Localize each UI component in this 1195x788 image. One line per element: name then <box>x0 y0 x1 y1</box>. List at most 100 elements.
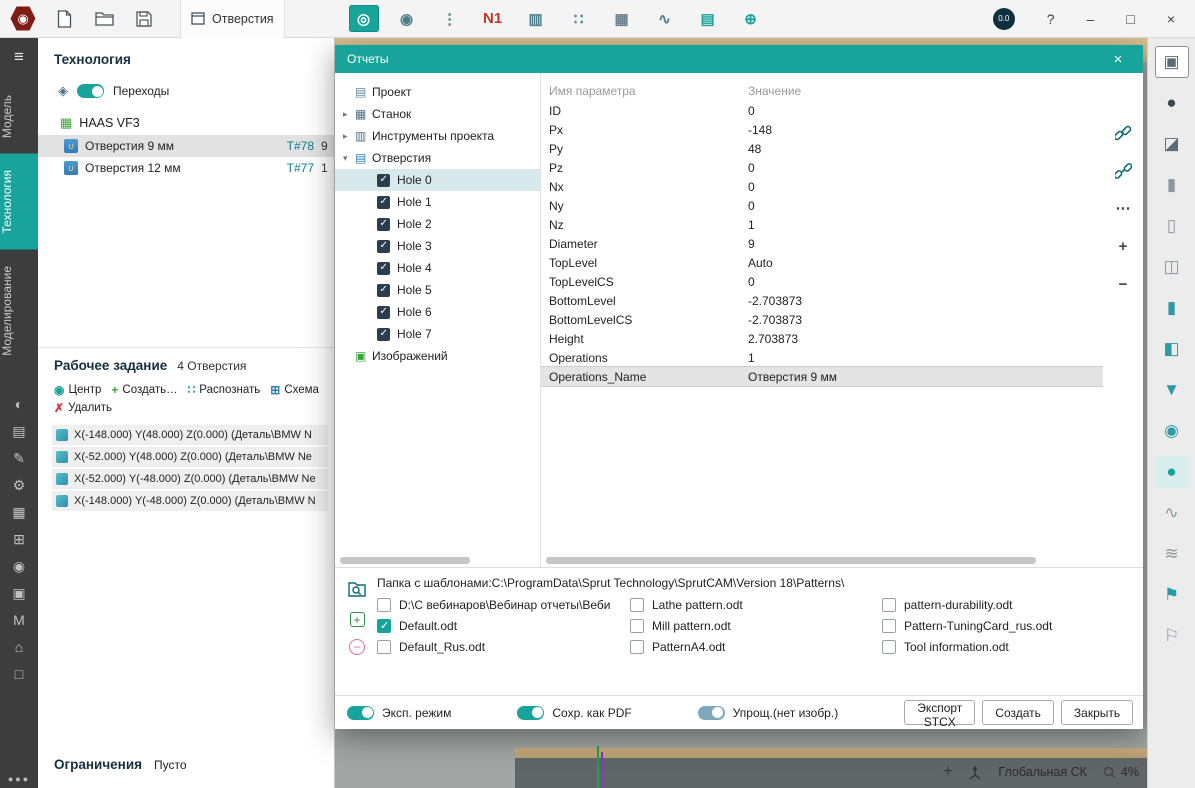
home-icon[interactable]: ⌂ <box>15 640 23 654</box>
param-row[interactable]: Diameter 9 <box>541 234 1103 253</box>
active-cs-label[interactable]: Глобальная СК <box>998 765 1087 779</box>
tree-item[interactable]: Hole 1 <box>335 191 540 213</box>
tree-item[interactable]: Hole 4 <box>335 257 540 279</box>
inspect-icon[interactable]: ◉ <box>392 5 422 32</box>
simplified-toggle[interactable]: Упрощ.(нет изобр.) <box>698 706 839 720</box>
center-point-icon[interactable]: ● <box>1155 456 1189 488</box>
more-icon[interactable]: ⋯ <box>1111 197 1135 219</box>
tool-cylinder-icon[interactable]: ▮ <box>1155 292 1189 324</box>
chevron-icon[interactable]: ▸ <box>343 131 355 142</box>
export-stcx-button[interactable]: Экспорт STCX <box>904 700 975 725</box>
halfsphere-icon[interactable]: ◐ <box>15 397 23 411</box>
param-row[interactable]: Operations_Name Отверстия 9 мм <box>541 367 1103 386</box>
worktask-item[interactable]: X(-52.000) Y(-48.000) Z(0.000) (Деталь\B… <box>52 469 328 489</box>
template-item[interactable]: Mill pattern.odt <box>630 619 882 633</box>
wireframe-box-icon[interactable]: ▣ <box>1155 46 1189 78</box>
param-row[interactable]: TopLevelCS 0 <box>541 272 1103 291</box>
param-row[interactable]: Nz 1 <box>541 215 1103 234</box>
frame-icon[interactable]: □ <box>15 667 23 681</box>
template-checkbox[interactable] <box>630 598 644 612</box>
template-checkbox[interactable] <box>882 640 896 654</box>
template-item[interactable]: Pattern-TuningCard_rus.odt <box>882 619 1132 633</box>
template-item[interactable]: Lathe pattern.odt <box>630 598 882 612</box>
help-button[interactable]: ? <box>1047 11 1055 27</box>
wave-icon[interactable]: ∿ <box>650 5 680 32</box>
add-cs-icon[interactable]: + <box>943 763 952 781</box>
recognize-button[interactable]: ∷ Распознать <box>188 383 261 397</box>
globe-icon[interactable]: ⊕ <box>736 5 766 32</box>
add-icon[interactable]: + <box>1111 235 1135 257</box>
new-file-icon[interactable] <box>50 5 78 33</box>
nc-program-icon[interactable]: N1 <box>478 5 508 32</box>
rail-tab[interactable]: Моделирование <box>0 250 38 372</box>
add-template-icon[interactable]: + <box>350 612 365 627</box>
probe-tool-icon[interactable]: ◉ <box>1155 415 1189 447</box>
tool-step-icon[interactable]: ◧ <box>1155 333 1189 365</box>
tree-item[interactable]: ▤ Проект <box>335 81 540 103</box>
edit-icon[interactable]: ✎ <box>13 451 25 465</box>
machine-node[interactable]: ▦ HAAS VF3 <box>38 109 334 135</box>
export-mode-toggle[interactable]: Эксп. режим <box>347 706 451 720</box>
sphere-icon[interactable]: ● <box>1155 87 1189 119</box>
tree-checkbox[interactable] <box>377 284 390 297</box>
stack-icon[interactable]: ▤ <box>693 5 723 32</box>
create-report-button[interactable]: Создать <box>982 700 1054 725</box>
tool-list-icon[interactable]: ∷ <box>564 5 594 32</box>
template-checkbox[interactable] <box>630 640 644 654</box>
stock-box-icon[interactable]: ▯ <box>1155 210 1189 242</box>
param-row[interactable]: Ny 0 <box>541 196 1103 215</box>
rail-overflow-icon[interactable]: ●●● <box>8 774 30 788</box>
tree-checkbox[interactable] <box>377 328 390 341</box>
param-row[interactable]: Pz 0 <box>541 158 1103 177</box>
center-button[interactable]: ◉ Центр <box>54 383 101 397</box>
grid-icon[interactable]: ⊞ <box>13 532 25 546</box>
worktask-item[interactable]: X(-148.000) Y(-48.000) Z(0.000) (Деталь\… <box>52 491 328 511</box>
spring-icon[interactable]: ∿ <box>1155 497 1189 529</box>
scheme-button[interactable]: ⊞ Схема <box>270 383 319 397</box>
tree-item[interactable]: ▸ ▦ Станок <box>335 103 540 125</box>
create-button[interactable]: + Создать… <box>111 383 177 397</box>
rail-tab[interactable]: Технология <box>0 154 38 250</box>
tree-item[interactable]: ▾ ▤ Отверстия <box>335 147 540 169</box>
delete-button[interactable]: ✗ Удалить <box>54 401 112 415</box>
tree-item[interactable]: Hole 2 <box>335 213 540 235</box>
dialog-close-button[interactable]: × <box>1105 51 1131 68</box>
tree-item[interactable]: Hole 0 <box>335 169 540 191</box>
gear-icon[interactable]: ⚙ <box>13 478 26 492</box>
param-row[interactable]: Py 48 <box>541 139 1103 158</box>
fixture-icon[interactable]: ▦ <box>12 505 25 519</box>
param-row[interactable]: BottomLevelCS -2.703873 <box>541 310 1103 329</box>
tree-item[interactable]: Hole 6 <box>335 301 540 323</box>
report-icon[interactable]: ▥ <box>521 5 551 32</box>
flag-icon[interactable]: ⚑ <box>1155 579 1189 611</box>
tree-item[interactable]: ▣ Изображений <box>335 345 540 367</box>
printer-icon[interactable]: ▤ <box>12 424 25 438</box>
transitions-toggle[interactable] <box>77 84 104 98</box>
dialog-titlebar[interactable]: Отчеты × <box>335 45 1143 73</box>
remove-icon[interactable]: − <box>1111 273 1135 295</box>
table-hscrollbar[interactable] <box>541 554 1103 567</box>
calculator-icon[interactable]: ▦ <box>607 5 637 32</box>
template-item[interactable]: Default_Rus.odt <box>377 640 630 654</box>
save-as-pdf-toggle[interactable]: Сохр. как PDF <box>517 706 631 720</box>
open-folder-icon[interactable] <box>90 5 118 33</box>
tree-hscrollbar[interactable] <box>335 554 540 567</box>
operation-row[interactable]: ∪ Отверстия 12 мм T#77 1 <box>38 157 334 179</box>
param-row[interactable]: TopLevel Auto <box>541 253 1103 272</box>
worktask-item[interactable]: X(-52.000) Y(48.000) Z(0.000) (Деталь\BM… <box>52 447 328 467</box>
time-badge[interactable]: 0.0 <box>993 8 1015 30</box>
holder-icon[interactable]: ◫ <box>1155 251 1189 283</box>
tree-checkbox[interactable] <box>377 174 390 187</box>
operation-row[interactable]: ∪ Отверстия 9 мм T#78 9 <box>38 135 334 157</box>
document-tab[interactable]: Отверстия <box>180 0 285 38</box>
unlink-icon[interactable] <box>1111 159 1135 181</box>
param-row[interactable]: ID 0 <box>541 101 1103 120</box>
wave-icon[interactable]: ≋ <box>1155 538 1189 570</box>
template-checkbox[interactable] <box>377 619 391 633</box>
solid-box-icon[interactable]: ◪ <box>1155 128 1189 160</box>
hamburger-menu-icon[interactable]: ≡ <box>14 38 24 79</box>
maximize-button[interactable]: □ <box>1126 11 1134 27</box>
tree-checkbox[interactable] <box>377 218 390 231</box>
toggle-switch[interactable] <box>347 706 374 720</box>
chevron-icon[interactable]: ▸ <box>343 109 355 120</box>
